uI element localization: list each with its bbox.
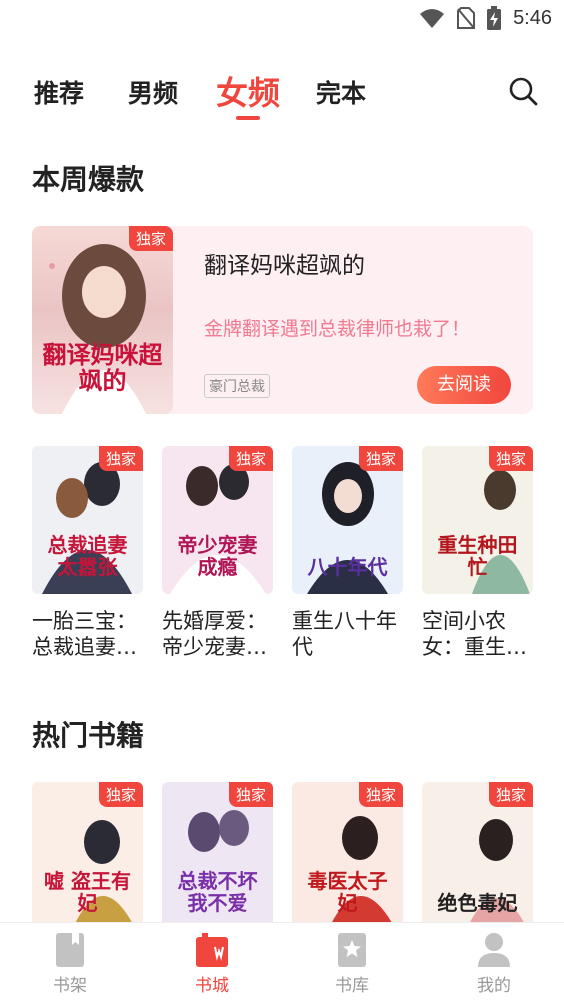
battery-charging-icon — [487, 6, 502, 30]
tab-recommend[interactable]: 推荐 — [34, 74, 84, 110]
exclusive-badge: 独家 — [488, 782, 533, 807]
book-cover-title: 总裁不坏我不爱 — [177, 869, 258, 915]
exclusive-badge: 独家 — [128, 226, 173, 251]
nav-label: 我的 — [477, 976, 511, 996]
book-card[interactable]: 八十年代 独家 重生八十年代 — [292, 446, 403, 660]
book-title: 重生八十年代 — [292, 609, 397, 659]
no-sim-icon — [457, 7, 476, 29]
section-title-weekly: 本周爆款 — [32, 163, 145, 196]
book-cover-title: 毒医太子妃 — [307, 869, 388, 915]
clock: 5:46 — [513, 6, 552, 29]
bookstore-icon — [196, 933, 228, 967]
wifi-icon — [420, 9, 445, 28]
book-card[interactable]: 重生种田忙 独家 空间小农女：重生… — [422, 446, 533, 660]
tab-completed[interactable]: 完本 — [316, 74, 366, 110]
nav-label: 书城 — [195, 976, 229, 996]
book-cover[interactable]: 绝色毒妃 独家 — [422, 782, 533, 930]
book-cover-title: 八十年代 — [307, 555, 388, 579]
book-cover-title: 嘘 盗王有妃 — [44, 869, 131, 915]
featured-book-cover[interactable]: 翻译妈咪超飒的 独家 — [32, 226, 173, 414]
book-title: 一胎三宝：总裁追妻… — [32, 609, 137, 659]
search-icon[interactable] — [508, 76, 538, 106]
book-card[interactable]: 绝色毒妃 独家 — [422, 782, 533, 930]
exclusive-badge: 独家 — [488, 446, 533, 471]
exclusive-badge: 独家 — [228, 446, 273, 471]
status-bar: 5:46 — [0, 0, 564, 40]
active-tab-indicator — [236, 116, 260, 120]
book-card[interactable]: 总裁不坏我不爱 独家 — [162, 782, 273, 930]
nav-label: 书库 — [335, 976, 369, 996]
book-cover[interactable]: 八十年代 独家 — [292, 446, 403, 594]
book-cover[interactable]: 嘘 盗王有妃 独家 — [32, 782, 143, 930]
read-button[interactable]: 去阅读 — [417, 366, 511, 404]
nav-item-library[interactable]: 书库 — [312, 931, 392, 996]
nav-item-bookshelf[interactable]: 书架 — [30, 931, 110, 996]
exclusive-badge: 独家 — [358, 446, 403, 471]
nav-item-profile[interactable]: 我的 — [454, 931, 534, 996]
featured-book-title: 翻译妈咪超飒的 — [204, 253, 365, 279]
tab-male[interactable]: 男频 — [128, 74, 178, 110]
exclusive-badge: 独家 — [98, 446, 143, 471]
book-cover[interactable]: 毒医太子妃 独家 — [292, 782, 403, 930]
book-cover-title: 帝少宠妻成瘾 — [177, 533, 258, 579]
book-card[interactable]: 帝少宠妻成瘾 独家 先婚厚爱：帝少宠妻… — [162, 446, 273, 660]
top-tabs: 推荐 男频 女频 完本 — [0, 68, 564, 128]
tab-female[interactable]: 女频 — [216, 68, 280, 114]
exclusive-badge: 独家 — [358, 782, 403, 807]
book-title: 先婚厚爱：帝少宠妻… — [162, 609, 267, 659]
featured-book-card[interactable]: 翻译妈咪超飒的 独家 翻译妈咪超飒的 金牌翻译遇到总裁律师也栽了！ 豪门总裁 去… — [32, 226, 533, 414]
book-card[interactable]: 总裁追妻太嚣张 独家 一胎三宝：总裁追妻… — [32, 446, 143, 660]
library-icon — [338, 933, 366, 967]
exclusive-badge: 独家 — [228, 782, 273, 807]
profile-icon — [478, 933, 510, 967]
book-cover-title: 重生种田忙 — [437, 533, 518, 579]
book-cover-title: 绝色毒妃 — [437, 891, 518, 915]
featured-cover-title: 翻译妈咪超飒的 — [42, 340, 163, 395]
book-cover-title: 总裁追妻太嚣张 — [47, 533, 128, 579]
nav-label: 书架 — [53, 976, 87, 996]
featured-book-description: 金牌翻译遇到总裁律师也栽了！ — [204, 318, 471, 340]
book-cover[interactable]: 帝少宠妻成瘾 独家 — [162, 446, 273, 594]
book-card[interactable]: 毒医太子妃 独家 — [292, 782, 403, 930]
book-card[interactable]: 嘘 盗王有妃 独家 — [32, 782, 143, 930]
book-cover[interactable]: 总裁不坏我不爱 独家 — [162, 782, 273, 930]
book-cover[interactable]: 总裁追妻太嚣张 独家 — [32, 446, 143, 594]
exclusive-badge: 独家 — [98, 782, 143, 807]
bottom-nav: 书架 书城 书库 我的 — [0, 922, 564, 1002]
bookshelf-icon — [56, 933, 84, 967]
nav-item-bookstore[interactable]: 书城 — [172, 931, 252, 996]
featured-book-tag: 豪门总裁 — [204, 374, 270, 398]
book-title: 空间小农女：重生… — [422, 609, 527, 659]
book-cover[interactable]: 重生种田忙 独家 — [422, 446, 533, 594]
section-title-hot: 热门书籍 — [32, 719, 145, 752]
